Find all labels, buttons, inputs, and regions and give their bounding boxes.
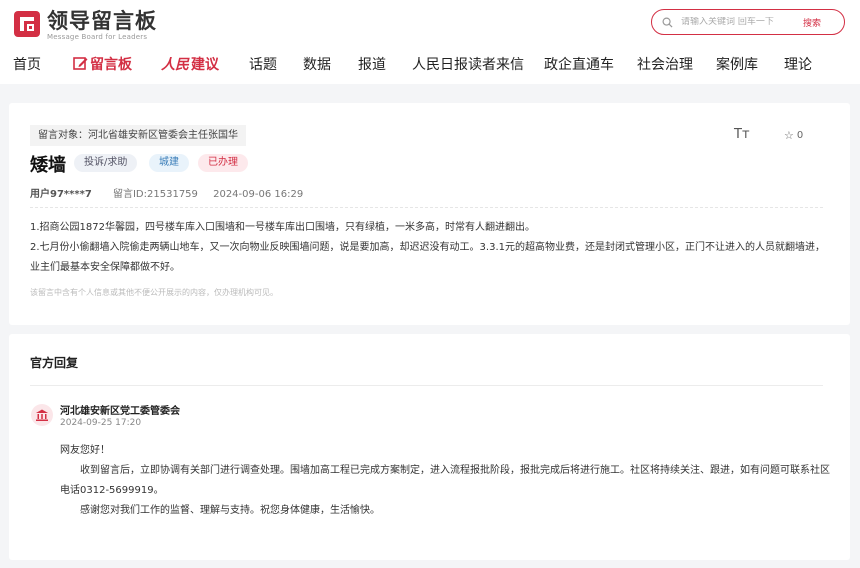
- reply-card: 官方回复 河北雄安新区党工委管委会 2024-09-25 17:20 网友您好！…: [9, 334, 850, 560]
- logo-subtitle: Message Board for Leaders: [47, 33, 148, 41]
- content-line: 2.七月份小偷翻墙入院偷走两辆山地车，又一次向物业反映围墙问题，说是要加高，却迟…: [30, 242, 825, 253]
- message-meta: 用户97****7 留言ID:21531759 2024-09-06 16:29: [30, 185, 303, 200]
- reply-heading: 官方回复: [30, 356, 79, 370]
- main-nav: 首页 留言板 人民 建议 话题 数据 报道 人民日报读者来信 政企直通车 社会治理…: [0, 52, 860, 78]
- nav-item-home[interactable]: 首页: [13, 52, 41, 78]
- reply-datetime: 2024-09-25 17:20: [60, 418, 142, 428]
- site-logo[interactable]: 领导留言板 Message Board for Leaders: [13, 9, 157, 42]
- content-line: 1.招商公园1872华馨园，四号楼车库入口围墙和一号楼车库出口围墙，只有绿植，一…: [30, 222, 535, 233]
- search-icon: [662, 17, 673, 28]
- search-box: 搜索: [651, 9, 845, 35]
- renmin-brand-mark: 人民: [161, 57, 189, 73]
- site-header: 领导留言板 Message Board for Leaders 搜索 首页 留言…: [0, 0, 860, 84]
- reply-paragraph: 收到留言后，立即协调有关部门进行调查处理。围墙加高工程已完成方案制定，进入流程报…: [60, 465, 830, 496]
- category-badge: 投诉/求助: [74, 154, 138, 172]
- nav-item-reader-letters[interactable]: 人民日报读者来信: [412, 52, 524, 78]
- star-icon: ☆: [784, 129, 794, 142]
- nav-item-suggestions[interactable]: 人民 建议: [161, 52, 219, 78]
- search-input[interactable]: [681, 17, 791, 27]
- nav-item-label: 建议: [191, 57, 219, 73]
- privacy-note: 该留言中含有个人信息或其他不便公开展示的内容，仅办理机构可见。: [30, 288, 278, 297]
- font-size-toggle[interactable]: Tт: [734, 127, 750, 142]
- field-badge: 城建: [149, 154, 189, 172]
- search-button[interactable]: 搜索: [803, 16, 821, 29]
- nav-item-social-governance[interactable]: 社会治理: [637, 52, 693, 78]
- message-title: 矮墙: [30, 155, 66, 176]
- reply-greeting: 网友您好！: [60, 445, 110, 456]
- logo-mark-icon: [14, 11, 40, 37]
- user-name: 用户97****7: [30, 189, 92, 200]
- status-badge: 已办理: [198, 154, 248, 172]
- message-id: 留言ID:21531759: [112, 189, 198, 200]
- message-datetime: 2024-09-06 16:29: [213, 189, 304, 200]
- nav-item-label: 留言板: [90, 57, 132, 73]
- message-target: 留言对象：河北省雄安新区管委会主任张国华: [30, 125, 246, 146]
- reply-org-name: 河北雄安新区党工委管委会: [60, 406, 180, 417]
- message-card: 留言对象：河北省雄安新区管委会主任张国华 Tт ☆ 0 矮墙 投诉/求助 城建 …: [9, 103, 850, 325]
- edit-icon: [73, 57, 88, 70]
- nav-item-message-board[interactable]: 留言板: [73, 52, 132, 78]
- nav-item-gov-business[interactable]: 政企直通车: [544, 52, 614, 78]
- nav-item-reports[interactable]: 报道: [358, 52, 386, 78]
- nav-item-topics[interactable]: 话题: [249, 52, 277, 78]
- logo-title: 领导留言板: [47, 9, 157, 33]
- favorite-button[interactable]: ☆ 0: [784, 129, 803, 142]
- message-content: 1.招商公园1872华馨园，四号楼车库入口围墙和一号楼车库出口围墙，只有绿植，一…: [30, 218, 830, 278]
- divider: [30, 385, 823, 386]
- reply-paragraph: 感谢您对我们工作的监督、理解与支持。祝您身体健康，生活愉快。: [80, 505, 380, 516]
- reply-content: 网友您好！ 收到留言后，立即协调有关部门进行调查处理。围墙加高工程已完成方案制定…: [60, 441, 830, 521]
- favorite-count: 0: [796, 130, 804, 141]
- divider: [30, 207, 823, 208]
- nav-item-data[interactable]: 数据: [303, 52, 331, 78]
- nav-item-case-library[interactable]: 案例库: [716, 52, 758, 78]
- government-building-icon: [31, 404, 53, 426]
- content-line: 业主们最基本安全保障都做不好。: [30, 262, 180, 273]
- nav-item-theory[interactable]: 理论: [784, 52, 812, 78]
